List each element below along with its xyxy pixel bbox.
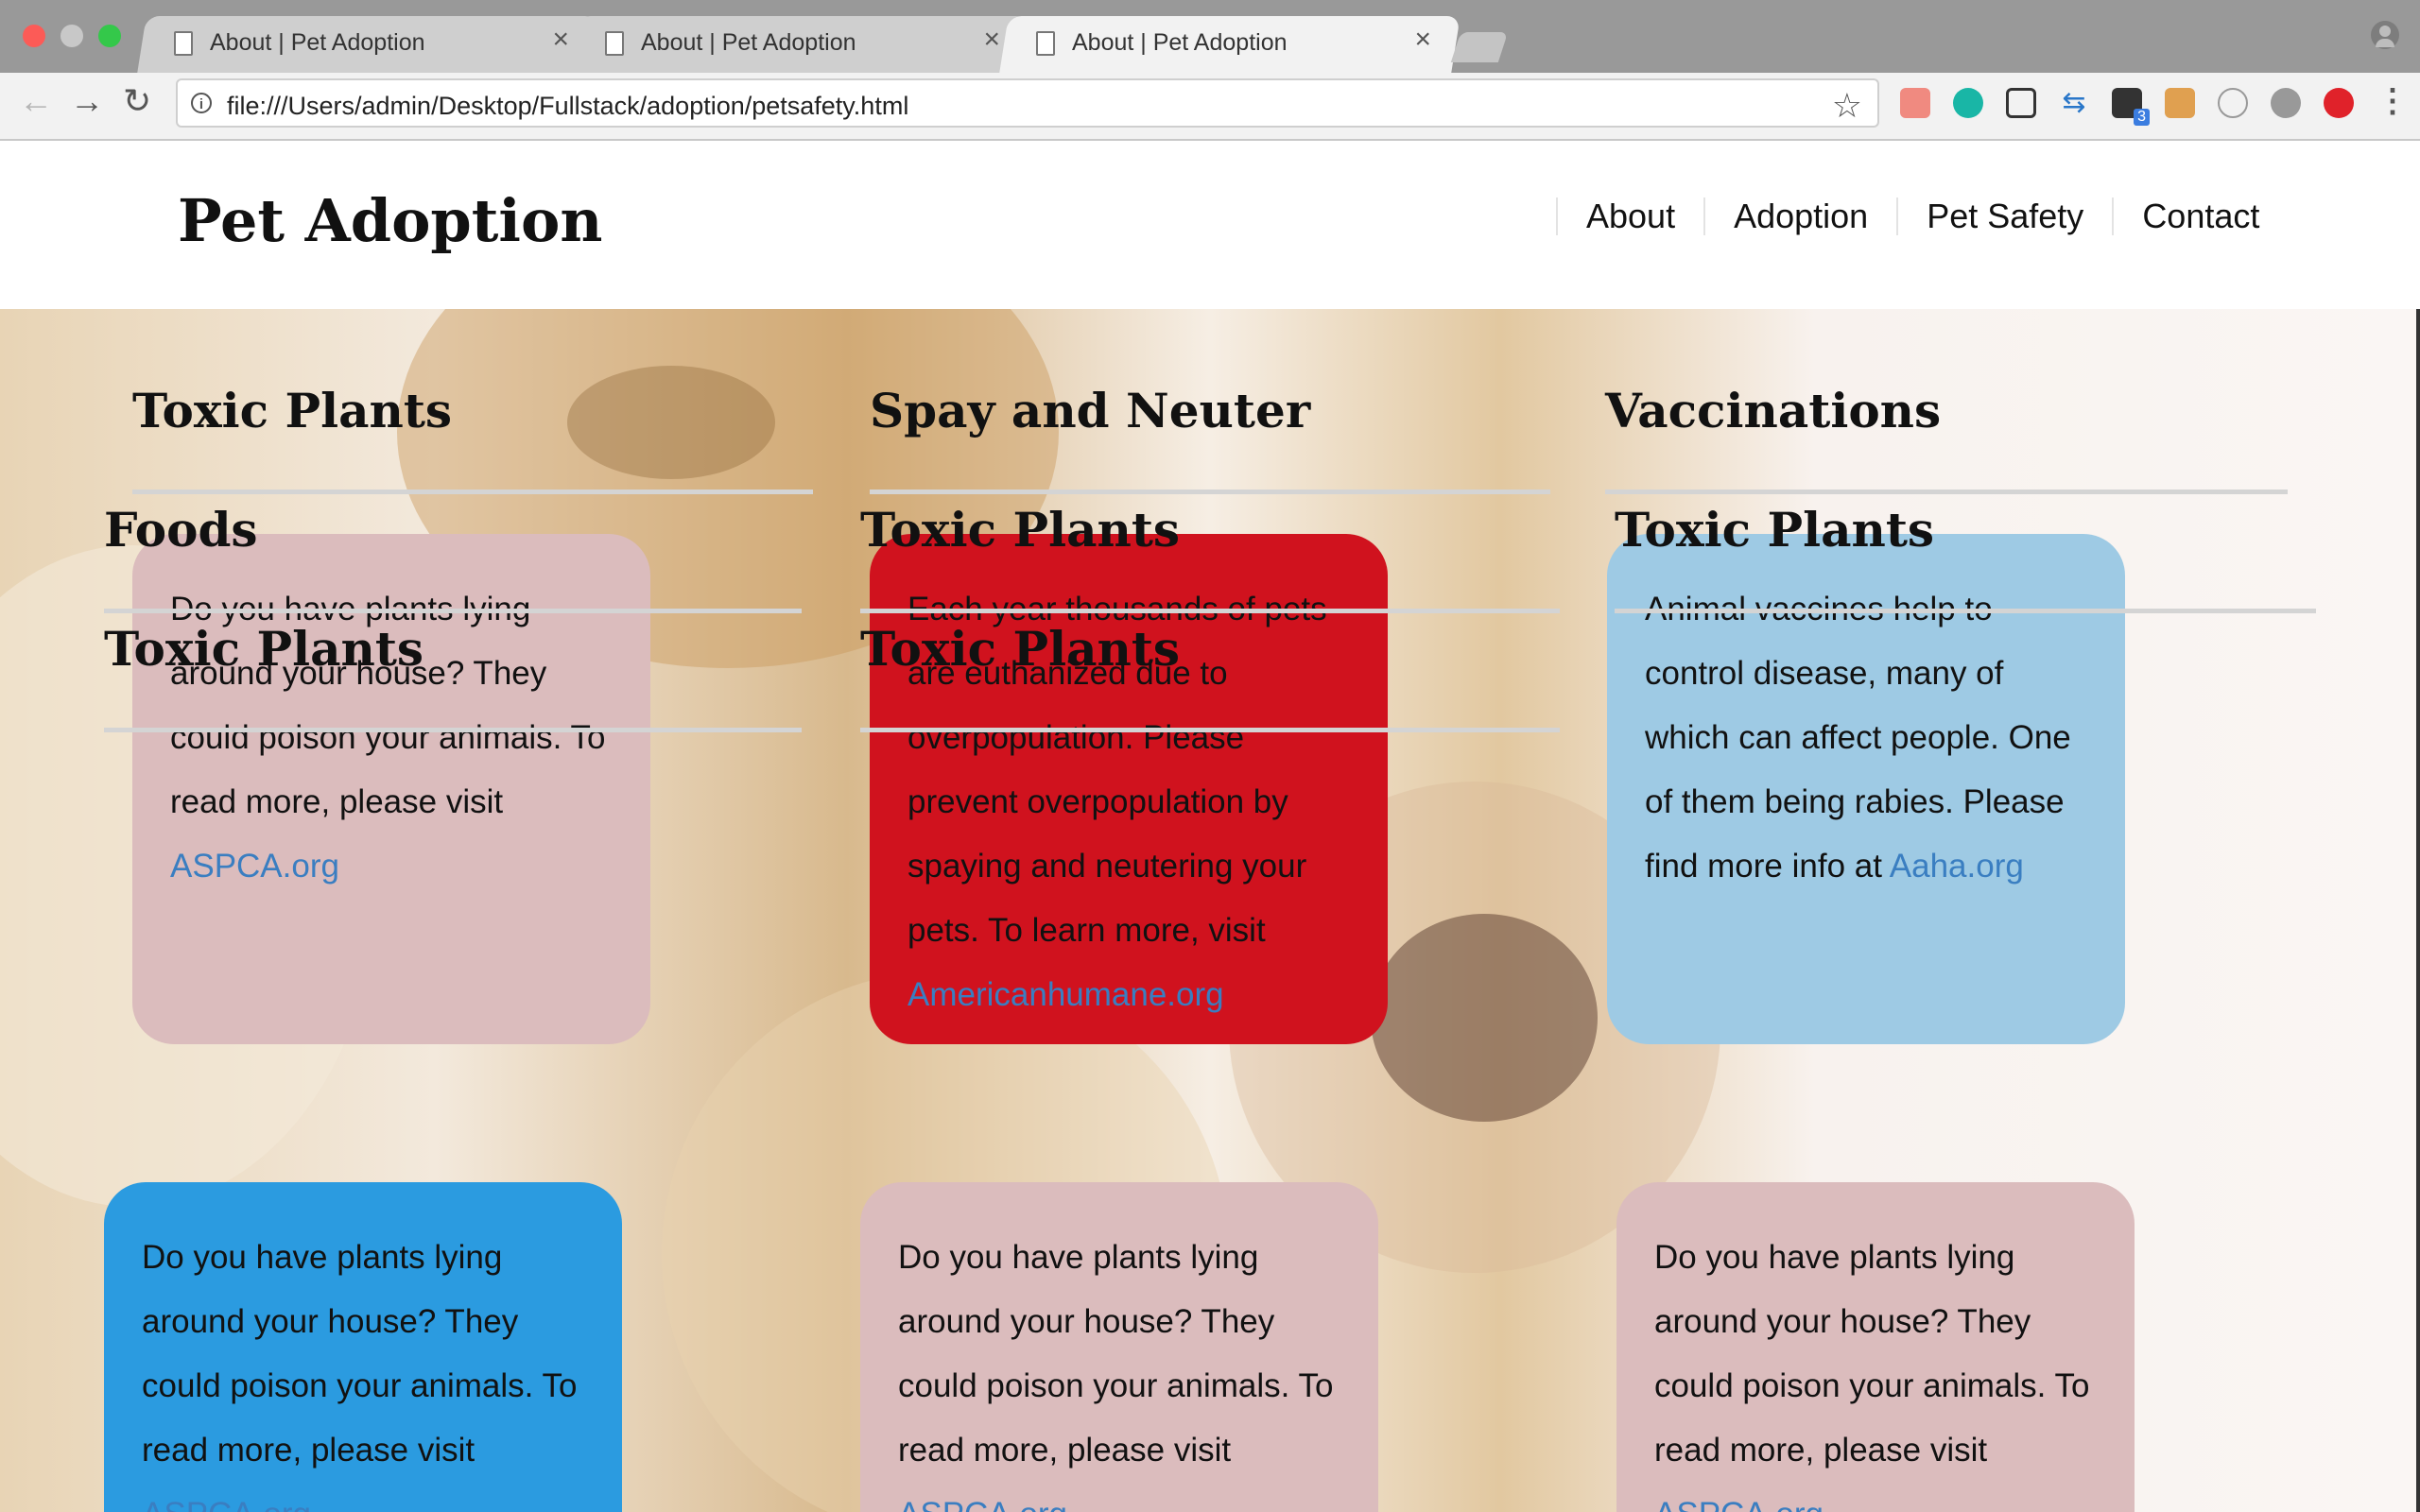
section-divider <box>104 609 802 613</box>
tab-title: About | Pet Adoption <box>210 29 425 56</box>
aspca-link[interactable]: ASPCA.org <box>898 1496 1067 1512</box>
close-tab-icon[interactable]: × <box>552 24 569 55</box>
card-toxic-plants-2: Do you have plants lying around your hou… <box>104 1182 622 1512</box>
browser-tab-1[interactable]: About | Pet Adoption × <box>137 16 598 73</box>
aspca-link[interactable]: ASPCA.org <box>170 848 339 885</box>
info-icon[interactable]: i <box>191 93 212 113</box>
site-header: Pet Adoption About Adoption Pet Safety C… <box>0 141 2420 309</box>
nav-contact[interactable]: Contact <box>2112 198 2288 235</box>
card-text: Animal vaccines help to control disease,… <box>1645 591 2071 885</box>
maximize-window-button[interactable] <box>98 25 121 47</box>
section-title-spay-neuter: Spay and Neuter <box>870 383 1311 438</box>
tab-title: About | Pet Adoption <box>641 29 856 56</box>
reload-icon[interactable]: ↻ <box>123 84 151 118</box>
aspca-link[interactable]: ASPCA.org <box>142 1496 311 1512</box>
extension-badge-count: 3 <box>2134 109 2150 126</box>
section-divider <box>870 490 1550 494</box>
extension-icon-1[interactable] <box>1900 88 1930 118</box>
swap-extension-icon[interactable]: ⇆ <box>2059 88 2089 118</box>
browser-menu-icon[interactable]: ⋮ <box>2377 82 2409 120</box>
main-nav: About Adoption Pet Safety Contact <box>1556 198 2288 235</box>
section-title-toxic-plants-overlap: Toxic Plants <box>860 621 1181 677</box>
section-divider <box>860 728 1560 732</box>
section-divider <box>1615 609 2316 613</box>
browser-tab-2[interactable]: About | Pet Adoption × <box>568 16 1029 73</box>
address-bar[interactable]: i file:///Users/admin/Desktop/Fullstack/… <box>176 78 1879 128</box>
close-tab-icon[interactable]: × <box>1414 24 1431 55</box>
section-title-toxic-plants-overlap: Toxic Plants <box>104 621 424 677</box>
extension-icon-6[interactable] <box>2218 88 2248 118</box>
aspca-link[interactable]: ASPCA.org <box>1654 1496 1824 1512</box>
section-title-vaccinations: Vaccinations <box>1605 383 1942 438</box>
extension-icon-5[interactable] <box>2165 88 2195 118</box>
page-icon <box>605 31 624 56</box>
nav-adoption[interactable]: Adoption <box>1703 198 1896 235</box>
section-divider <box>132 490 813 494</box>
browser-tab-3-active[interactable]: About | Pet Adoption × <box>999 16 1461 73</box>
extension-icon-8[interactable] <box>2324 88 2354 118</box>
close-window-button[interactable] <box>23 25 45 47</box>
profile-icon[interactable] <box>2371 21 2399 49</box>
forward-arrow-icon[interactable]: → <box>70 84 104 118</box>
close-tab-icon[interactable]: × <box>983 24 1000 55</box>
extension-icon-2[interactable] <box>1953 88 1983 118</box>
minimize-window-button[interactable] <box>60 25 83 47</box>
page-icon <box>174 31 193 56</box>
americanhumane-link[interactable]: Americanhumane.org <box>908 976 1224 1013</box>
card-text: Do you have plants lying around your hou… <box>898 1239 1334 1469</box>
nav-pet-safety[interactable]: Pet Safety <box>1896 198 2112 235</box>
card-toxic-plants-4: Do you have plants lying around your hou… <box>1616 1182 2135 1512</box>
section-title-toxic-plants: Toxic Plants <box>132 383 453 438</box>
card-toxic-plants-3: Do you have plants lying around your hou… <box>860 1182 1378 1512</box>
new-tab-button[interactable] <box>1450 32 1509 62</box>
page-icon <box>1036 31 1055 56</box>
pet-safety-content: Toxic Plants Spay and Neuter Vaccination… <box>0 309 2420 1512</box>
tab-title: About | Pet Adoption <box>1072 29 1288 56</box>
section-divider <box>860 609 1560 613</box>
extension-icon-badge[interactable]: 3 <box>2112 88 2150 126</box>
section-divider <box>1605 490 2288 494</box>
page-scrollbar[interactable] <box>2416 309 2420 1512</box>
section-title-foods: Foods <box>104 502 258 558</box>
card-text: Do you have plants lying around your hou… <box>1654 1239 2090 1469</box>
extension-icon-7[interactable] <box>2271 88 2301 118</box>
url-text[interactable]: file:///Users/admin/Desktop/Fullstack/ad… <box>227 92 908 121</box>
card-text: Do you have plants lying around your hou… <box>142 1239 578 1469</box>
section-divider <box>104 728 802 732</box>
section-title-toxic-plants-overlap: Toxic Plants <box>860 502 1181 558</box>
back-arrow-icon[interactable]: ← <box>19 84 53 118</box>
aaha-link[interactable]: Aaha.org <box>1890 848 2024 885</box>
bookmark-star-icon[interactable]: ☆ <box>1832 86 1862 126</box>
site-brand[interactable]: Pet Adoption <box>178 186 602 255</box>
nav-about[interactable]: About <box>1556 198 1703 235</box>
screenshot-extension-icon[interactable] <box>2006 88 2036 118</box>
browser-tab-strip: About | Pet Adoption × About | Pet Adopt… <box>0 0 2420 73</box>
browser-toolbar: ← → ↻ i file:///Users/admin/Desktop/Full… <box>0 73 2420 141</box>
section-title-toxic-plants-overlap: Toxic Plants <box>1615 502 1935 558</box>
